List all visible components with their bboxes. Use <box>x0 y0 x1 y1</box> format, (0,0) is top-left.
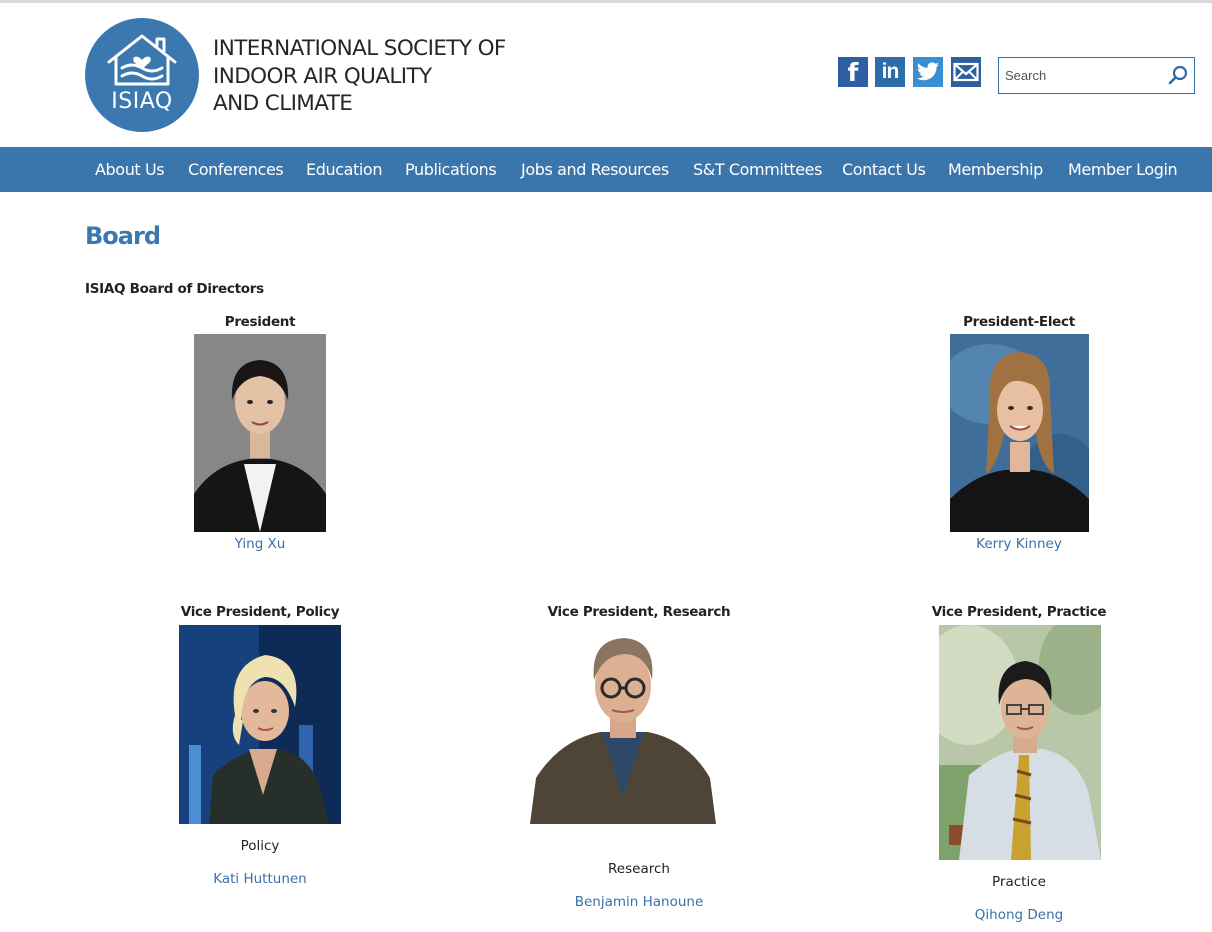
nav-education[interactable]: Education <box>306 147 382 192</box>
role-vp-research: Vice President, Research <box>547 604 731 620</box>
org-name-line: AND CLIMATE <box>213 91 353 116</box>
nav-conferences[interactable]: Conferences <box>188 147 284 192</box>
twitter-bird-glyph <box>916 62 939 81</box>
search-input[interactable] <box>1005 65 1155 85</box>
org-name-line: INTERNATIONAL SOCIETY OF <box>213 36 506 61</box>
vp-policy-subrole: Policy <box>240 838 280 854</box>
vp-policy-photo <box>179 625 341 824</box>
vp-research-photo <box>530 628 716 824</box>
vp-practice-subrole: Practice <box>992 874 1046 890</box>
vp-practice-name-link[interactable]: Qihong Deng <box>919 907 1119 923</box>
org-name-line: INDOOR AIR QUALITY <box>213 63 432 89</box>
vp-research-subrole: Research <box>608 861 670 877</box>
email-icon[interactable] <box>951 57 981 87</box>
isiaq-logo[interactable]: ISIAQ <box>85 18 199 132</box>
twitter-icon[interactable] <box>913 57 943 87</box>
search-box <box>998 57 1195 94</box>
nav-jobs-and-resources[interactable]: Jobs and Resources <box>521 147 669 192</box>
nav-about-us[interactable]: About Us <box>95 147 165 192</box>
house-icon <box>107 34 177 86</box>
linkedin-glyph: in <box>881 60 900 83</box>
facebook-icon[interactable]: f <box>838 57 868 87</box>
logo-text: ISIAQ <box>111 89 173 114</box>
president-name-link[interactable]: Ying Xu <box>160 536 360 552</box>
role-president-elect: President-Elect <box>963 314 1075 330</box>
president-elect-photo <box>950 334 1089 532</box>
vp-policy-name-link[interactable]: Kati Huttunen <box>160 871 360 887</box>
president-elect-name-link[interactable]: Kerry Kinney <box>919 536 1119 552</box>
president-photo <box>194 334 326 532</box>
linkedin-icon[interactable]: in <box>875 57 905 87</box>
nav-membership[interactable]: Membership <box>948 147 1043 192</box>
nav-member-login[interactable]: Member Login <box>1068 147 1178 192</box>
section-title: ISIAQ Board of Directors <box>85 281 264 297</box>
nav-publications[interactable]: Publications <box>405 147 497 192</box>
facebook-glyph: f <box>847 57 859 87</box>
search-icon[interactable] <box>1167 64 1189 86</box>
vp-research-name-link[interactable]: Benjamin Hanoune <box>539 894 739 910</box>
top-border <box>0 0 1212 3</box>
vp-practice-photo <box>939 625 1101 860</box>
nav-st-committees[interactable]: S&T Committees <box>693 147 822 192</box>
nav-contact-us[interactable]: Contact Us <box>842 147 926 192</box>
envelope-glyph <box>953 62 979 82</box>
role-president: President <box>224 314 296 330</box>
organization-name[interactable]: INTERNATIONAL SOCIETY OF INDOOR AIR QUAL… <box>213 35 543 118</box>
main-navigation: About Us Conferences Education Publicati… <box>0 147 1212 192</box>
role-vp-practice: Vice President, Practice <box>931 604 1107 620</box>
role-vp-policy: Vice President, Policy <box>180 604 340 620</box>
page-title: Board <box>85 222 161 250</box>
